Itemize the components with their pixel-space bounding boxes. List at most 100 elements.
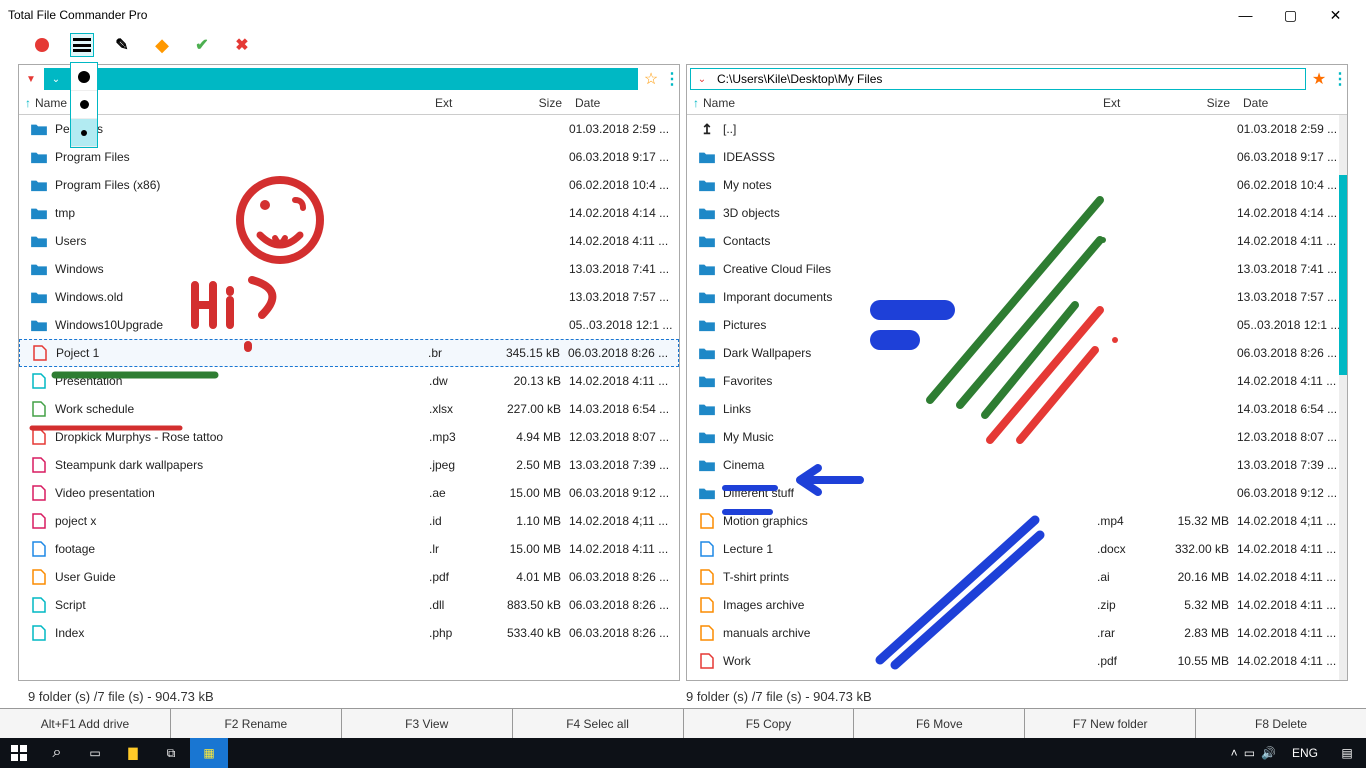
- cmd-button[interactable]: F5 Copy: [684, 709, 855, 738]
- list-row[interactable]: Program Files06.03.2018 9:17 ...: [19, 143, 679, 171]
- list-row[interactable]: IDEASSS06.03.2018 9:17 ...: [687, 143, 1347, 171]
- list-row[interactable]: Windows13.03.2018 7:41 ...: [19, 255, 679, 283]
- brush-medium[interactable]: [71, 91, 97, 119]
- col-name[interactable]: ↑Name: [687, 93, 1097, 114]
- list-row[interactable]: footage.lr15.00 MB14.02.2018 4:11 ...: [19, 535, 679, 563]
- row-name: Contacts: [723, 234, 1097, 248]
- app-taskbar-button[interactable]: ▦: [190, 738, 228, 768]
- view-list-button[interactable]: [70, 33, 94, 57]
- col-date[interactable]: Date: [1237, 93, 1347, 114]
- list-row[interactable]: 3D objects14.02.2018 4:14 ...: [687, 199, 1347, 227]
- list-row[interactable]: Video presentation.ae15.00 MB06.03.2018 …: [19, 479, 679, 507]
- explorer-button[interactable]: ▇: [114, 738, 152, 768]
- favorite-star-icon[interactable]: ★: [1310, 69, 1328, 89]
- cmd-button[interactable]: F3 View: [342, 709, 513, 738]
- list-row[interactable]: Program Files (x86)06.02.2018 10:4 ...: [19, 171, 679, 199]
- scrollbar[interactable]: [1339, 115, 1347, 680]
- row-date: 14.02.2018 4:11 ...: [1237, 626, 1347, 640]
- row-name: Program Files: [55, 150, 429, 164]
- row-date: 14.02.2018 4:14 ...: [569, 206, 679, 220]
- list-row[interactable]: Steampunk dark wallpapers.jpeg2.50 MB13.…: [19, 451, 679, 479]
- list-row[interactable]: Images archive.zip5.32 MB14.02.2018 4:11…: [687, 591, 1347, 619]
- list-row[interactable]: User Guide.pdf4.01 MB06.03.2018 8:26 ...: [19, 563, 679, 591]
- row-date: 13.03.2018 7:57 ...: [1237, 290, 1347, 304]
- list-row[interactable]: Script.dll883.50 kB06.03.2018 8:26 ...: [19, 591, 679, 619]
- row-date: 06.03.2018 9:17 ...: [1237, 150, 1347, 164]
- list-row[interactable]: manuals archive.rar2.83 MB14.02.2018 4:1…: [687, 619, 1347, 647]
- scroll-thumb[interactable]: [1339, 175, 1347, 375]
- brush-large[interactable]: [71, 63, 97, 91]
- folder-icon: [29, 121, 49, 137]
- brush-small[interactable]: [71, 119, 97, 147]
- edit-button[interactable]: ✎: [110, 33, 134, 57]
- record-button[interactable]: [30, 33, 54, 57]
- col-ext[interactable]: Ext: [1097, 93, 1157, 114]
- list-row[interactable]: Index.php533.40 kB06.03.2018 8:26 ...: [19, 619, 679, 647]
- right-status: 9 folder (s) /7 file (s) - 904.73 kB: [686, 689, 1338, 704]
- kebab-menu-icon[interactable]: ⋮: [664, 69, 676, 89]
- search-button[interactable]: ⌕: [38, 738, 76, 768]
- list-row[interactable]: ↥[..]01.03.2018 2:59 ...: [687, 115, 1347, 143]
- list-row[interactable]: Links14.03.2018 6:54 ...: [687, 395, 1347, 423]
- right-path-row: ⌄ C:\Users\Kile\Desktop\My Files ★ ⋮: [687, 65, 1347, 93]
- store-button[interactable]: ⧉: [152, 738, 190, 768]
- drive-chevron-icon[interactable]: ▼: [22, 74, 40, 85]
- folder-icon: [29, 149, 49, 165]
- file-icon: [29, 485, 49, 501]
- cmd-button[interactable]: Alt+F1 Add drive: [0, 709, 171, 738]
- list-row[interactable]: Favorites14.02.2018 4:11 ...: [687, 367, 1347, 395]
- row-size: 1.10 MB: [489, 514, 569, 528]
- row-name: Poject 1: [56, 346, 428, 360]
- list-row[interactable]: Lecture 1.docx332.00 kB14.02.2018 4:11 .…: [687, 535, 1347, 563]
- kebab-menu-icon[interactable]: ⋮: [1332, 69, 1344, 89]
- list-row[interactable]: Creative Cloud Files13.03.2018 7:41 ...: [687, 255, 1347, 283]
- cmd-button[interactable]: F6 Move: [854, 709, 1025, 738]
- confirm-button[interactable]: ✔: [190, 33, 214, 57]
- list-row[interactable]: Imporant documents13.03.2018 7:57 ...: [687, 283, 1347, 311]
- list-row[interactable]: Windows.old13.03.2018 7:57 ...: [19, 283, 679, 311]
- list-row[interactable]: Dark Wallpapers06.03.2018 8:26 ...: [687, 339, 1347, 367]
- start-button[interactable]: [0, 738, 38, 768]
- cmd-button[interactable]: F2 Rename: [171, 709, 342, 738]
- col-size[interactable]: Size: [489, 93, 569, 114]
- list-row[interactable]: Pictures05..03.2018 12:1 ...: [687, 311, 1347, 339]
- favorite-star-icon[interactable]: ☆: [642, 69, 660, 89]
- task-view-button[interactable]: ▭: [76, 738, 114, 768]
- language-indicator[interactable]: ENG: [1282, 746, 1328, 760]
- left-path-input[interactable]: ⌄ C:\: [44, 68, 638, 90]
- list-row[interactable]: Cinema13.03.2018 7:39 ...: [687, 451, 1347, 479]
- minimize-button[interactable]: —: [1223, 0, 1268, 30]
- col-size[interactable]: Size: [1157, 93, 1237, 114]
- list-row[interactable]: Work.pdf10.55 MB14.02.2018 4:11 ...: [687, 647, 1347, 675]
- list-row[interactable]: poject x.id1.10 MB14.02.2018 4;11 ...: [19, 507, 679, 535]
- right-file-list[interactable]: ↥[..]01.03.2018 2:59 ...IDEASSS06.03.201…: [687, 115, 1347, 680]
- list-row[interactable]: My Music12.03.2018 8:07 ...: [687, 423, 1347, 451]
- col-ext[interactable]: Ext: [429, 93, 489, 114]
- list-row[interactable]: My notes06.02.2018 10:4 ...: [687, 171, 1347, 199]
- list-row[interactable]: Presentation.dw20.13 kB14.02.2018 4:11 .…: [19, 367, 679, 395]
- right-path-input[interactable]: ⌄ C:\Users\Kile\Desktop\My Files: [690, 68, 1306, 90]
- list-row[interactable]: Dropkick Murphys - Rose tattoo.mp34.94 M…: [19, 423, 679, 451]
- close-button[interactable]: ✕: [1313, 0, 1358, 30]
- list-row[interactable]: Windows10Upgrade05..03.2018 12:1 ...: [19, 311, 679, 339]
- action-center-button[interactable]: ▤: [1328, 738, 1366, 768]
- list-row[interactable]: PerfLogs01.03.2018 2:59 ...: [19, 115, 679, 143]
- list-row[interactable]: Poject 1.br345.15 kB06.03.2018 8:26 ...: [19, 339, 679, 367]
- left-file-list[interactable]: PerfLogs01.03.2018 2:59 ...Program Files…: [19, 115, 679, 680]
- list-row[interactable]: Different stuff06.03.2018 9:12 ...: [687, 479, 1347, 507]
- list-row[interactable]: Contacts14.02.2018 4:11 ...: [687, 227, 1347, 255]
- cancel-button[interactable]: ✖: [230, 33, 254, 57]
- file-icon: [697, 513, 717, 529]
- list-row[interactable]: Users14.02.2018 4:11 ...: [19, 227, 679, 255]
- cmd-button[interactable]: F8 Delete: [1196, 709, 1366, 738]
- erase-button[interactable]: ◆: [150, 33, 174, 57]
- tray[interactable]: ˄ ▭ 🔊: [1225, 738, 1282, 768]
- maximize-button[interactable]: ▢: [1268, 0, 1313, 30]
- col-date[interactable]: Date: [569, 93, 679, 114]
- cmd-button[interactable]: F4 Selec all: [513, 709, 684, 738]
- list-row[interactable]: T-shirt prints.ai20.16 MB14.02.2018 4:11…: [687, 563, 1347, 591]
- list-row[interactable]: Motion graphics.mp415.32 MB14.02.2018 4;…: [687, 507, 1347, 535]
- list-row[interactable]: Work schedule.xlsx227.00 kB14.03.2018 6:…: [19, 395, 679, 423]
- list-row[interactable]: tmp14.02.2018 4:14 ...: [19, 199, 679, 227]
- cmd-button[interactable]: F7 New folder: [1025, 709, 1196, 738]
